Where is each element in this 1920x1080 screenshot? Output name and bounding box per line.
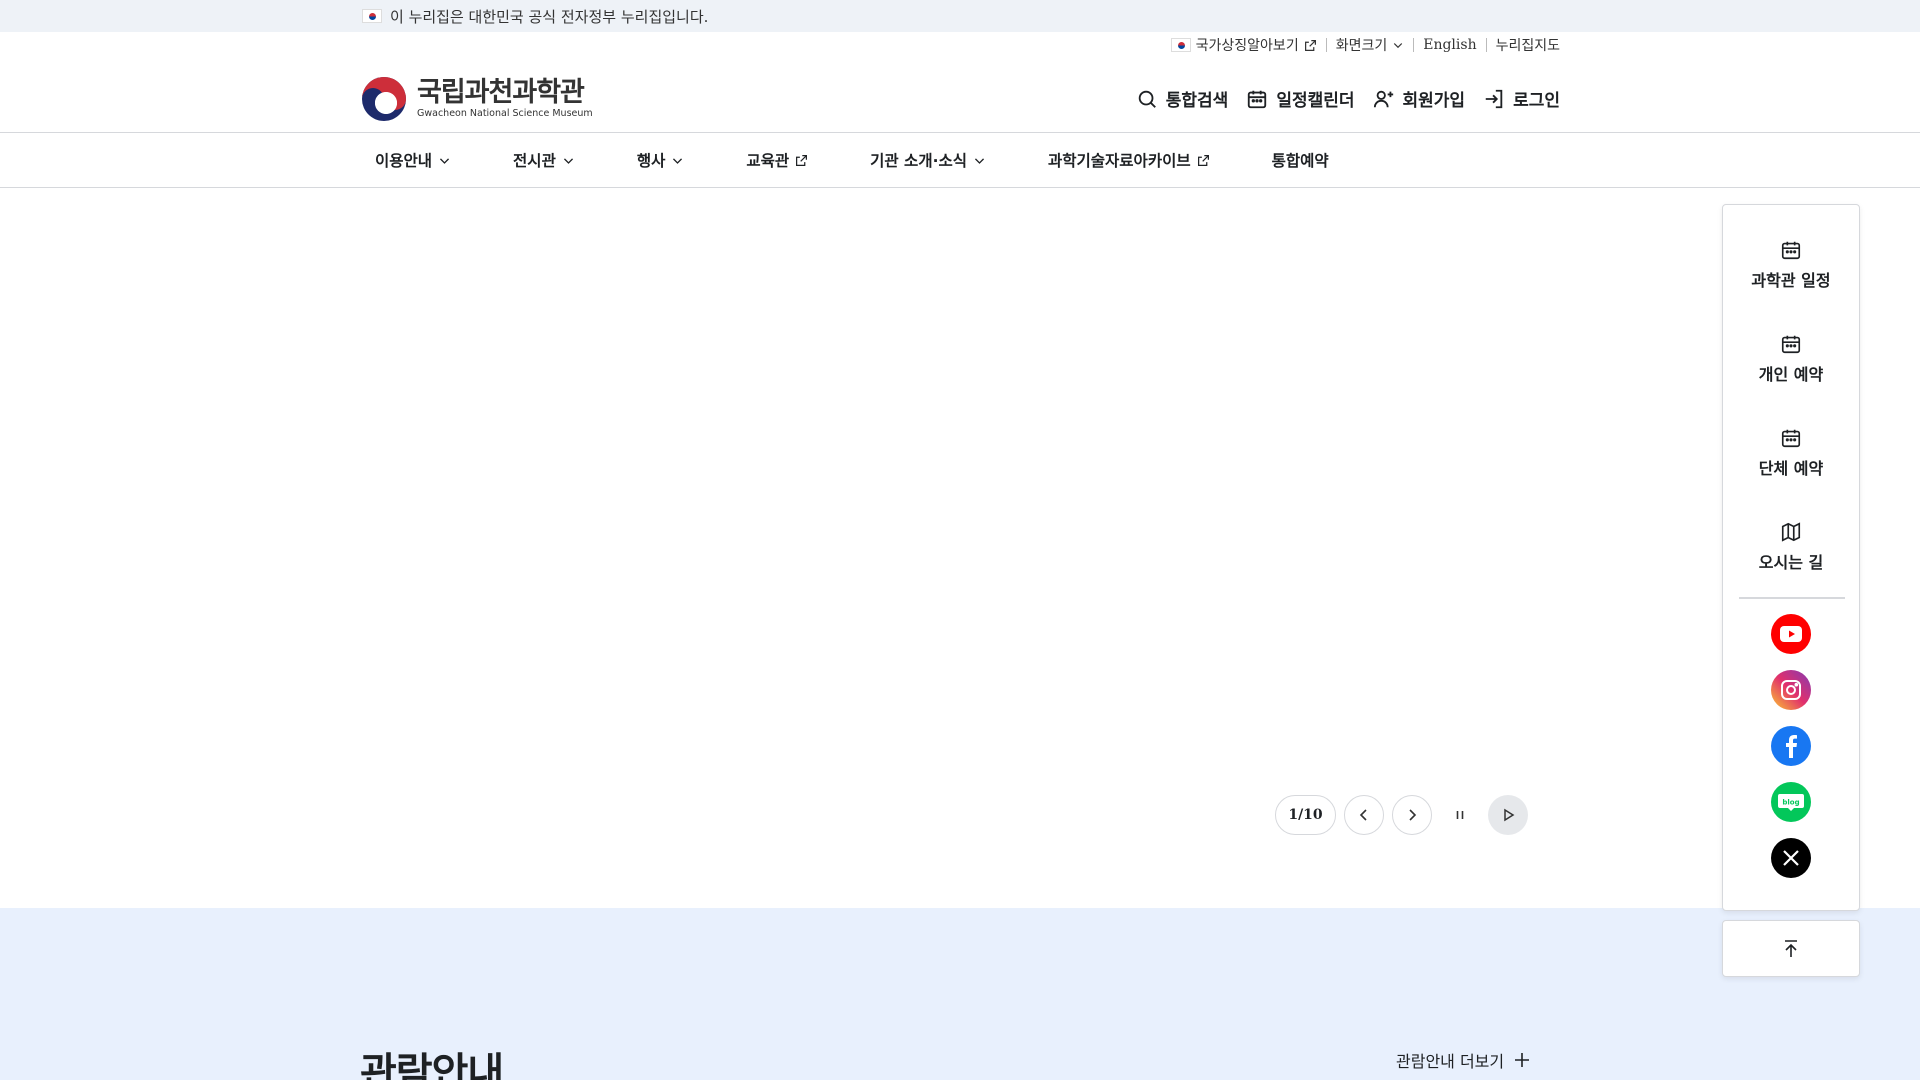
quick-item-personal-reservation[interactable]: 개인 예약 xyxy=(1723,333,1859,385)
blog-icon[interactable]: blog xyxy=(1771,782,1811,822)
chevron-down-icon xyxy=(673,157,683,164)
nav-item-label: 과학기술자료아카이브 xyxy=(1048,152,1191,170)
arrow-up-to-top-icon xyxy=(1785,939,1797,957)
pause-button[interactable] xyxy=(1440,795,1480,835)
plus-icon xyxy=(1515,1053,1530,1067)
map-icon xyxy=(1781,522,1801,542)
prev-slide-button[interactable] xyxy=(1344,795,1384,835)
quick-item-label: 과학관 일정 xyxy=(1751,271,1831,290)
external-link-icon xyxy=(1197,154,1209,166)
nav-item-label: 이용안내 xyxy=(375,152,433,170)
header-actions: 통합검색 일정캘린더 회원가입 로그인 xyxy=(1136,86,1560,111)
quick-item-label: 개인 예약 xyxy=(1758,365,1824,384)
more-link[interactable]: 관람안내 더보기 xyxy=(1396,1048,1530,1072)
nav-item-label: 행사 xyxy=(636,152,666,170)
chevron-down-icon xyxy=(440,157,450,164)
nav-item-label: 전시관 xyxy=(513,152,556,170)
national-symbols-link[interactable]: 국가상징알아보기 xyxy=(1170,35,1317,55)
scroll-top-button[interactable] xyxy=(1722,920,1860,977)
chevron-down-icon xyxy=(563,157,573,164)
login-label: 로그인 xyxy=(1513,91,1560,111)
calendar-label: 일정캘린더 xyxy=(1276,91,1355,111)
quick-item-label: 단체 예약 xyxy=(1758,459,1824,478)
slide-counter: 1/10 xyxy=(1275,795,1336,835)
calendar-icon xyxy=(1781,335,1801,354)
quick-item-group-reservation[interactable]: 단체 예약 xyxy=(1723,427,1859,479)
more-link-label: 관람안내 더보기 xyxy=(1396,1052,1505,1071)
quick-item-label: 오시는 길 xyxy=(1758,553,1824,572)
quick-menu-divider xyxy=(1739,597,1845,599)
pause-icon xyxy=(1456,811,1464,819)
calendar-icon xyxy=(1248,90,1267,108)
external-link-icon xyxy=(796,154,808,166)
main-navigation: 이용안내 전시관 행사 교육관 기관 소개·소식 과학기술자료아카이브 통합예약 xyxy=(375,133,1329,187)
login-button[interactable]: 로그인 xyxy=(1483,86,1560,111)
utility-links: 국가상징알아보기 화면크기 English 누리집지도 xyxy=(1170,34,1560,56)
calendar-icon xyxy=(1781,429,1801,448)
search-label: 통합검색 xyxy=(1165,91,1229,111)
chevron-right-icon xyxy=(1409,809,1417,821)
play-button[interactable] xyxy=(1488,795,1528,835)
font-size-dropdown[interactable]: 화면크기 xyxy=(1336,35,1405,55)
slider-controls: 1/10 xyxy=(1275,795,1528,835)
section-title: 관람안내 xyxy=(360,1050,504,1080)
external-link-icon xyxy=(1304,39,1316,51)
nav-item-reservation[interactable]: 통합예약 xyxy=(1272,149,1329,171)
search-button[interactable]: 통합검색 xyxy=(1136,86,1229,111)
site-logo[interactable]: 국립과천과학관 Gwacheon National Science Museum xyxy=(361,76,593,122)
visit-info-section xyxy=(0,908,1920,1080)
nav-item-guide[interactable]: 이용안내 xyxy=(375,149,451,171)
national-symbols-label: 국가상징알아보기 xyxy=(1195,38,1299,54)
facebook-icon[interactable] xyxy=(1771,726,1811,766)
gov-banner-text: 이 누리집은 대한민국 공식 전자정부 누리집입니다. xyxy=(390,7,709,26)
nav-item-about[interactable]: 기관 소개·소식 xyxy=(870,149,986,171)
nav-item-archive[interactable]: 과학기술자료아카이브 xyxy=(1048,149,1210,171)
nav-item-exhibition[interactable]: 전시관 xyxy=(513,149,575,171)
english-link[interactable]: English xyxy=(1423,37,1476,53)
quick-item-directions[interactable]: 오시는 길 xyxy=(1723,521,1859,573)
nav-item-events[interactable]: 행사 xyxy=(637,149,685,171)
nav-item-label: 기관 소개·소식 xyxy=(870,152,967,170)
chevron-down-icon xyxy=(974,157,985,164)
korea-flag-icon xyxy=(362,9,382,23)
hero-slider xyxy=(0,188,1920,908)
x-icon[interactable] xyxy=(1771,838,1811,878)
play-icon xyxy=(1504,808,1515,822)
quick-item-schedule[interactable]: 과학관 일정 xyxy=(1723,239,1859,291)
next-slide-button[interactable] xyxy=(1392,795,1432,835)
calendar-button[interactable]: 일정캘린더 xyxy=(1246,86,1355,111)
nav-item-label: 교육관 xyxy=(746,152,790,170)
calendar-icon xyxy=(1781,241,1801,260)
search-icon xyxy=(1138,90,1156,108)
nav-item-label: 통합예약 xyxy=(1271,152,1329,170)
taeguk-emblem-icon xyxy=(362,77,406,121)
signup-label: 회원가입 xyxy=(1402,91,1466,111)
instagram-icon[interactable] xyxy=(1771,670,1811,710)
signup-button[interactable]: 회원가입 xyxy=(1373,86,1466,111)
user-plus-icon xyxy=(1373,90,1393,107)
korea-flag-icon xyxy=(1170,38,1191,52)
gov-banner: 이 누리집은 대한민국 공식 전자정부 누리집입니다. xyxy=(0,0,1920,32)
font-size-label: 화면크기 xyxy=(1335,38,1388,54)
sitemap-link[interactable]: 누리집지도 xyxy=(1496,35,1560,55)
youtube-icon[interactable] xyxy=(1771,614,1811,654)
nav-item-education[interactable]: 교육관 xyxy=(746,149,808,171)
logo-name-en: Gwacheon National Science Museum xyxy=(417,108,593,119)
login-icon xyxy=(1485,89,1503,108)
quick-menu: 과학관 일정 개인 예약 단체 예약 오시는 길 blog xyxy=(1722,204,1860,911)
chevron-down-icon xyxy=(1394,43,1403,49)
logo-name-ko: 국립과천과학관 xyxy=(417,77,585,108)
chevron-left-icon xyxy=(1359,809,1367,821)
blog-icon-text: blog xyxy=(1782,799,1799,807)
